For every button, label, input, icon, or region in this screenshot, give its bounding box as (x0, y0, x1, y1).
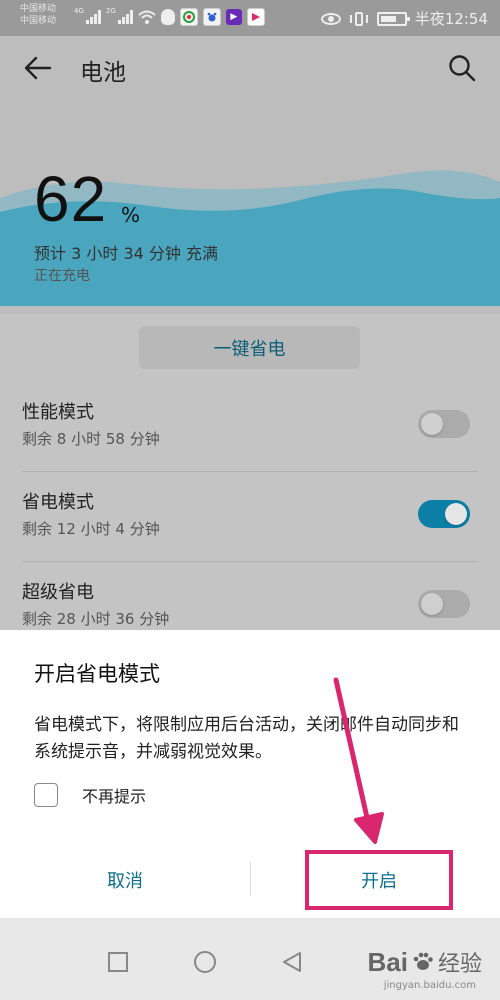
mode-row-performance[interactable]: 性能模式 剩余 8 小时 58 分钟 (0, 382, 500, 472)
home-button[interactable] (185, 944, 225, 980)
carrier-1: 中国移动 (20, 4, 57, 14)
watermark-url: jingyan.baidu.com (383, 980, 476, 991)
signal-icon-2 (117, 10, 133, 24)
toggle-knob (421, 413, 443, 435)
navigation-bar: Bai 经验 jingyan.baidu.com (0, 918, 500, 1000)
triangle-back-icon (283, 952, 301, 972)
vibrate-icon (349, 11, 369, 27)
mode-remaining: 剩余 8 小时 58 分钟 (22, 430, 160, 448)
dont-remind-checkbox[interactable] (34, 783, 58, 807)
status-icons-left: 4G 2G ▶ (74, 7, 265, 26)
dont-remind-row[interactable]: 不再提示 (34, 780, 146, 810)
toggle-knob (445, 503, 467, 525)
baidu-notification-icon (202, 8, 221, 26)
app-header: 电池 (0, 36, 500, 100)
app-notification-icon (179, 8, 198, 26)
watermark-logo: Bai (367, 946, 408, 977)
battery-icon (376, 11, 410, 26)
mode-title: 性能模式 (22, 402, 94, 423)
cancel-button[interactable]: 取消 (0, 852, 250, 908)
status-bar: 中国移动 中国移动 4G 2G ▶ 半夜12:54 (0, 0, 500, 36)
mode-title: 超级省电 (22, 582, 94, 603)
mode-title: 省电模式 (22, 492, 94, 513)
battery-percent: 62 (34, 163, 108, 235)
carrier-2: 中国移动 (20, 16, 57, 26)
ultra-saving-mode-toggle[interactable] (418, 590, 470, 618)
dialog-title: 开启省电模式 (34, 662, 160, 686)
charging-status: 正在充电 (34, 268, 90, 284)
battery-status-panel: 62 % 预计 3 小时 34 分钟 充满 正在充电 (0, 100, 500, 314)
signal-icon (85, 10, 101, 24)
qq-icon (160, 9, 175, 25)
button-divider (250, 862, 251, 896)
recent-apps-button[interactable] (98, 944, 138, 980)
toggle-knob (421, 593, 443, 615)
paw-icon (413, 952, 433, 970)
status-icons-right: 半夜12:54 (320, 8, 488, 29)
youku-icon (246, 8, 265, 26)
power-saving-mode-toggle[interactable] (418, 500, 470, 528)
dialog-message: 省电模式下，将限制应用后台活动，关闭邮件自动同步和系统提示音，并减弱视觉效果。 (34, 715, 459, 762)
battery-percent-sign: % (121, 203, 141, 227)
wifi-icon (138, 10, 156, 24)
eye-comfort-icon (320, 12, 341, 25)
arrow-left-icon (24, 56, 52, 80)
dont-remind-label: 不再提示 (82, 787, 147, 806)
circle-icon (194, 951, 216, 973)
enable-button[interactable]: 开启 (305, 850, 453, 910)
video-app-icon: ▶ (225, 9, 242, 25)
network-type-2: 2G (105, 7, 116, 15)
mode-remaining: 剩余 28 小时 36 分钟 (22, 610, 170, 628)
search-icon (449, 55, 476, 82)
one-key-save-button[interactable]: 一键省电 (139, 326, 360, 369)
baidu-watermark: Bai 经验 (368, 946, 482, 978)
charge-estimate: 预计 3 小时 34 分钟 充满 (34, 244, 218, 263)
carrier-labels: 中国移动 中国移动 (20, 3, 56, 27)
back-button[interactable] (18, 50, 58, 86)
search-button[interactable] (442, 50, 482, 86)
network-type-1: 4G (74, 7, 84, 15)
performance-mode-toggle[interactable] (418, 410, 470, 438)
watermark-text: 经验 (437, 952, 482, 977)
square-icon (108, 952, 128, 972)
mode-remaining: 剩余 12 小时 4 分钟 (22, 520, 160, 538)
page-title: 电池 (80, 60, 126, 86)
mode-row-power-saving[interactable]: 省电模式 剩余 12 小时 4 分钟 (0, 472, 500, 562)
back-nav-button[interactable] (272, 944, 312, 980)
status-time: 半夜12:54 (414, 10, 488, 28)
power-saving-dialog: 开启省电模式 省电模式下，将限制应用后台活动，关闭邮件自动同步和系统提示音，并减… (0, 630, 500, 918)
power-mode-list: 一键省电 性能模式 剩余 8 小时 58 分钟 省电模式 剩余 12 小时 4 … (0, 314, 500, 630)
